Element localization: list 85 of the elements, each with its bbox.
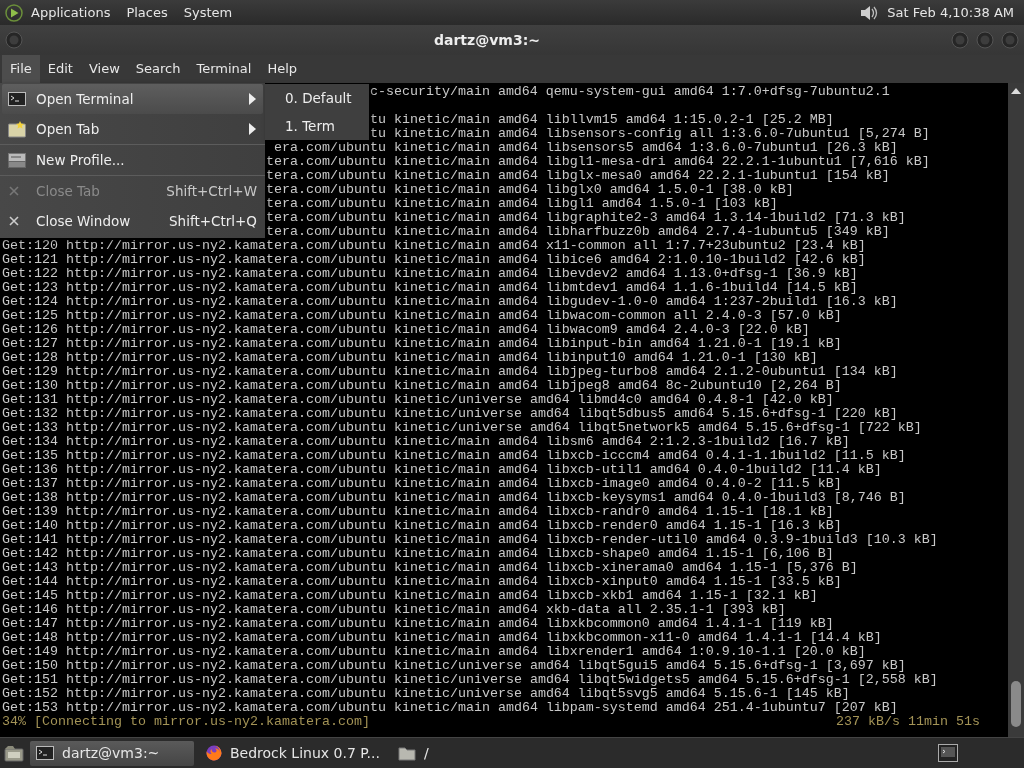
caret-right-icon: [248, 92, 257, 106]
terminal-line: Get:142 http://mirror.us-ny2.kamatera.com/ubuntu kinetic/main amd64 libxcb-shape0 amd64 1.15-1 [6,106 B]: [2, 546, 834, 561]
terminal-line: Get:143 http://mirror.us-ny2.kamatera.com/ubuntu kinetic/main amd64 libxcb-xinerama0 amd64 1.15-1 [5,376 B]: [2, 560, 858, 575]
terminal-line: Get:121 http://mirror.us-ny2.kamatera.com/ubuntu kinetic/main amd64 libice6 amd64 2:1.0.10-1build2 [42.6 kB]: [2, 252, 866, 267]
terminal-line: tera.com/ubuntu kinetic/main amd64 libharfbuzz0b amd64 2.7.4-1ubuntu5 [349 kB]: [265, 224, 890, 239]
terminal-line: Get:152 http://mirror.us-ny2.kamatera.com/ubuntu kinetic/universe amd64 libqt5svg5 amd64 5.15.6-1 [145 kB]: [2, 686, 850, 701]
browser-icon: [206, 745, 222, 761]
menu-bar-item[interactable]: Help: [259, 55, 306, 83]
terminal-line: Get:138 http://mirror.us-ny2.kamatera.com/ubuntu kinetic/main amd64 libxcb-keysyms1 amd64 0.4.0-1build3 [8,746 B]: [2, 490, 906, 505]
close-button[interactable]: [1001, 31, 1019, 49]
terminal-line: Get:153 http://mirror.us-ny2.kamatera.com/ubuntu kinetic/main amd64 libpam-systemd amd64 251.4-1ubuntu7 [207 kB]: [2, 700, 898, 715]
menu-bar-item[interactable]: Terminal: [188, 55, 260, 83]
panel-menu[interactable]: Places: [118, 0, 176, 25]
terminal-line: Get:147 http://mirror.us-ny2.kamatera.com/ubuntu kinetic/main amd64 libxkbcommon0 amd64 1.4.1-1 [119 kB]: [2, 616, 834, 631]
taskbar-button[interactable]: dartz@vm3:~: [30, 740, 194, 766]
window-title: dartz@vm3:~: [433, 32, 541, 48]
terminal-line: Get:125 http://mirror.us-ny2.kamatera.com/ubuntu kinetic/main amd64 libwacom-common all 2.4.0-3 [57.0 kB]: [2, 308, 842, 323]
terminal-line: Get:139 http://mirror.us-ny2.kamatera.com/ubuntu kinetic/main amd64 libxcb-randr0 amd64 1.15-1 [18.1 kB]: [2, 504, 834, 519]
scrollbar-thumb[interactable]: [1011, 681, 1021, 727]
terminal-line: Get:122 http://mirror.us-ny2.kamatera.com/ubuntu kinetic/main amd64 libevdev2 amd64 1.13.0+dfsg-1 [36.9 kB]: [2, 266, 858, 281]
terminal-line: Get:132 http://mirror.us-ny2.kamatera.com/ubuntu kinetic/universe amd64 libqt5dbus5 amd64 5.15.6+dfsg-1 [220 kB]: [2, 406, 898, 421]
terminal-line: tera.com/ubuntu kinetic/main amd64 libglx-mesa0 amd64 22.2.1-1ubuntu1 [154 kB]: [265, 168, 890, 183]
terminal-line: Get:131 http://mirror.us-ny2.kamatera.com/ubuntu kinetic/universe amd64 libmd4c0 amd64 0.4.8-1 [42.0 kB]: [2, 392, 834, 407]
progress-status: 34% [Connecting to mirror.us-ny2.kamatera.com]: [2, 715, 370, 729]
window-menu-button[interactable]: [5, 31, 23, 49]
terminal-line: Get:128 http://mirror.us-ny2.kamatera.com/ubuntu kinetic/main amd64 libinput10 amd64 1.21.0-1 [130 kB]: [2, 350, 818, 365]
terminal-line: Get:120 http://mirror.us-ny2.kamatera.com/ubuntu kinetic/main amd64 x11-common all 1:7.7+23ubuntu2 [23.4 kB]: [2, 238, 866, 253]
menu-item[interactable]: Close Window Shift+Ctrl+Q: [0, 206, 265, 236]
minimize-button[interactable]: [951, 31, 969, 49]
terminal-line: tu kinetic/main amd64 libllvm15 amd64 1:15.0.2-1 [25.2 MB]: [369, 112, 834, 127]
play-logo-icon[interactable]: [5, 3, 23, 22]
close-icon: [8, 215, 20, 227]
terminal-line: tera.com/ubuntu kinetic/main amd64 libgraphite2-3 amd64 1.3.14-1build2 [71.3 kB]: [265, 210, 906, 225]
terminal-line: Get:146 http://mirror.us-ny2.kamatera.com/ubuntu kinetic/main amd64 xkb-data all 2.35.1-1 [393 kB]: [2, 602, 786, 617]
terminal-line: Get:133 http://mirror.us-ny2.kamatera.com/ubuntu kinetic/universe amd64 libqt5network5 amd64 5.15.6+dfsg-1 [722 kB]: [2, 420, 922, 435]
document-icon: [8, 151, 26, 169]
terminal-line: Get:124 http://mirror.us-ny2.kamatera.com/ubuntu kinetic/main amd64 libgudev-1.0-0 amd64 1:237-2build1 [16.3 kB]: [2, 294, 898, 309]
menu-item[interactable]: 1. Term: [265, 112, 369, 140]
panel-menu[interactable]: Applications: [23, 0, 119, 25]
terminal-line: tu kinetic/main amd64 libsensors-config all 1:3.6.0-7ubuntu1 [5,274 B]: [369, 126, 930, 141]
caret-right-icon: [248, 122, 257, 136]
terminal-line: Get:134 http://mirror.us-ny2.kamatera.com/ubuntu kinetic/main amd64 libsm6 amd64 2:1.2.3-1build2 [16.7 kB]: [2, 434, 850, 449]
terminal-line: tera.com/ubuntu kinetic/main amd64 libgl1-mesa-dri amd64 22.2.1-1ubuntu1 [7,616 kB]: [265, 154, 930, 169]
terminal-line: Get:144 http://mirror.us-ny2.kamatera.com/ubuntu kinetic/main amd64 libxcb-xinput0 amd64 1.15-1 [33.5 kB]: [2, 574, 842, 589]
terminal-line: Get:141 http://mirror.us-ny2.kamatera.com/ubuntu kinetic/main amd64 libxcb-render-util0 amd64 0.3.9-1build3 [10.3 kB]: [2, 532, 938, 547]
terminal-line: Get:123 http://mirror.us-ny2.kamatera.com/ubuntu kinetic/main amd64 libmtdev1 amd64 1.1.6-1build4 [14.5 kB]: [2, 280, 858, 295]
terminal-line: Get:127 http://mirror.us-ny2.kamatera.com/ubuntu kinetic/main amd64 libinput-bin amd64 1.21.0-1 [19.1 kB]: [2, 336, 842, 351]
close-icon: [8, 185, 20, 197]
menu-bar-item[interactable]: View: [80, 55, 128, 83]
terminal-icon: [8, 91, 26, 107]
desktop-icon[interactable]: [4, 744, 24, 762]
terminal-line: Get:151 http://mirror.us-ny2.kamatera.com/ubuntu kinetic/universe amd64 libqt5widgets5 amd64 5.15.6+dfsg-1 [2,558 kB]: [2, 672, 938, 687]
menu-item[interactable]: Open Terminal: [2, 84, 263, 114]
terminal-line: Get:137 http://mirror.us-ny2.kamatera.com/ubuntu kinetic/main amd64 libxcb-image0 amd64 0.4.0-2 [11.5 kB]: [2, 476, 842, 491]
terminal-line: Get:150 http://mirror.us-ny2.kamatera.com/ubuntu kinetic/universe amd64 libqt5gui5 amd64 5.15.6+dfsg-1 [3,697 kB]: [2, 658, 906, 673]
scrollbar[interactable]: [1008, 83, 1024, 737]
terminal-line: Get:136 http://mirror.us-ny2.kamatera.com/ubuntu kinetic/main amd64 libxcb-util1 amd64 0.4.0-1build2 [11.4 kB]: [2, 462, 882, 477]
terminal-line: Get:130 http://mirror.us-ny2.kamatera.com/ubuntu kinetic/main amd64 libjpeg8 amd64 8c-2ubuntu10 [2,264 B]: [2, 378, 842, 393]
terminal-line: c-security/main amd64 qemu-system-gui amd64 1:7.0+dfsg-7ubuntu2.1: [369, 84, 890, 99]
folder-icon: [397, 744, 416, 762]
download-speed: 237 kB/s 11min 51s: [836, 715, 980, 729]
menu-bar-item[interactable]: Search: [127, 55, 189, 83]
terminal-line: Get:126 http://mirror.us-ny2.kamatera.com/ubuntu kinetic/main amd64 libwacom9 amd64 2.4.0-3 [22.0 kB]: [2, 322, 810, 337]
terminal-line: Get:148 http://mirror.us-ny2.kamatera.com/ubuntu kinetic/main amd64 libxkbcommon-x11-0 amd64 1.4.1-1 [14.4 kB]: [2, 630, 882, 645]
terminal-line: Get:140 http://mirror.us-ny2.kamatera.com/ubuntu kinetic/main amd64 libxcb-render0 amd64 1.15-1 [16.3 kB]: [2, 518, 842, 533]
workspace-switcher-icon[interactable]: [938, 744, 958, 762]
terminal-line: Get:129 http://mirror.us-ny2.kamatera.com/ubuntu kinetic/main amd64 libjpeg-turbo8 amd64 2.1.2-0ubuntu1 [134 kB]: [2, 364, 898, 379]
arrow-up-icon[interactable]: [1010, 87, 1022, 95]
maximize-button[interactable]: [976, 31, 994, 49]
menu-item[interactable]: Open Tab: [0, 114, 265, 144]
terminal-line: Get:135 http://mirror.us-ny2.kamatera.com/ubuntu kinetic/main amd64 libxcb-icccm4 amd64 0.4.1-1.1build2 [11.5 kB]: [2, 448, 906, 463]
clock[interactable]: Sat Feb 4,10:38 AM: [879, 5, 1018, 20]
menu-item[interactable]: New Profile...: [0, 145, 265, 175]
menu-bar-item[interactable]: Edit: [39, 55, 81, 83]
menu-item[interactable]: 0. Default: [265, 84, 369, 112]
panel-menu[interactable]: System: [175, 0, 241, 25]
terminal-line: era.com/ubuntu kinetic/main amd64 libsensors5 amd64 1:3.6.0-7ubuntu1 [26.3 kB]: [273, 140, 898, 155]
terminal-line: tera.com/ubuntu kinetic/main amd64 libglx0 amd64 1.5.0-1 [38.0 kB]: [265, 182, 794, 197]
taskbar-button[interactable]: /: [391, 740, 435, 766]
terminal-icon: [36, 745, 54, 761]
terminal-line: tera.com/ubuntu kinetic/main amd64 libgl1 amd64 1.5.0-1 [103 kB]: [265, 196, 778, 211]
menu-bar-item[interactable]: File: [2, 55, 40, 83]
terminal-line: Get:149 http://mirror.us-ny2.kamatera.com/ubuntu kinetic/main amd64 libxrender1 amd64 1:0.9.10-1.1 [20.0 kB]: [2, 644, 866, 659]
taskbar-button[interactable]: Bedrock Linux 0.7 P...: [200, 740, 386, 766]
terminal-line: Get:145 http://mirror.us-ny2.kamatera.com/ubuntu kinetic/main amd64 libxcb-xkb1 amd64 1.15-1 [32.1 kB]: [2, 588, 818, 603]
